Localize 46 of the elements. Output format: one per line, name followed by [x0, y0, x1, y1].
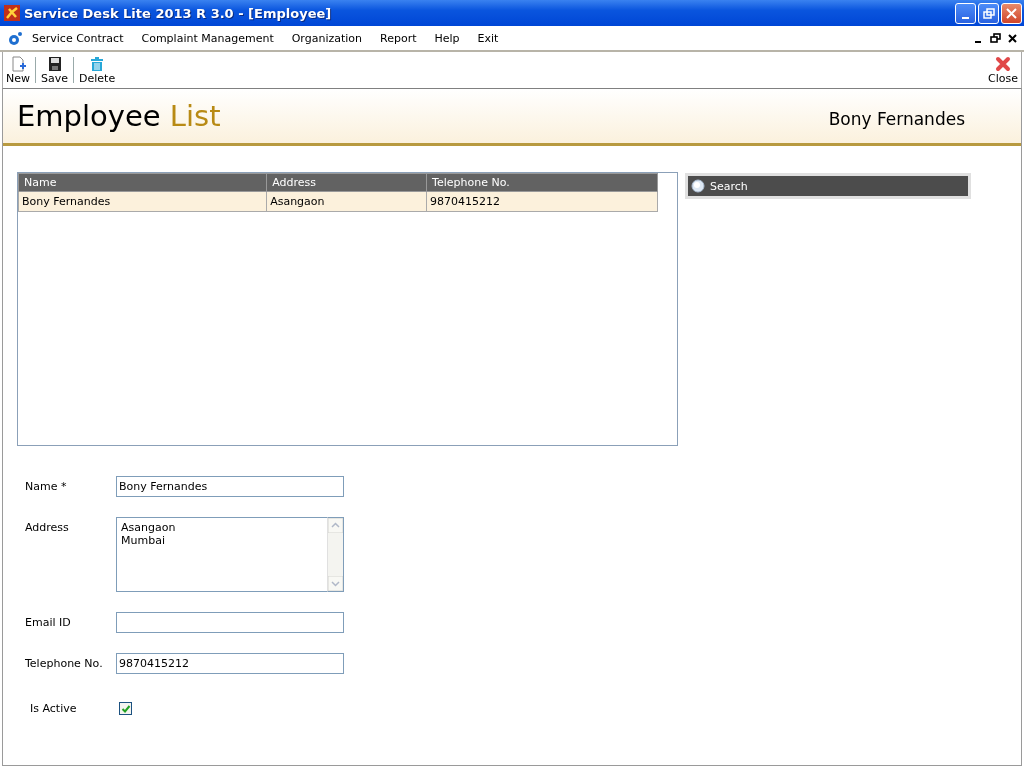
field-label: Address: [25, 520, 70, 534]
text-field[interactable]: 9870415212: [116, 653, 344, 674]
restore-icon: [982, 6, 995, 20]
page-title: Employee List: [17, 99, 222, 133]
table-row[interactable]: Bony Fernandes Asangaon 9870415212: [18, 191, 658, 212]
close-icon[interactable]: [1007, 32, 1018, 44]
address-field[interactable]: Asangaon Mumbai: [116, 517, 327, 592]
new-button[interactable]: New: [3, 52, 33, 88]
menu-item[interactable]: Organization: [282, 29, 372, 47]
field-label: Is Active: [29, 701, 78, 715]
user-name: Bony Fernandes: [828, 109, 965, 129]
close-icon: [1005, 6, 1018, 20]
restore-icon[interactable]: [990, 32, 1001, 44]
column-header[interactable]: Address: [266, 173, 427, 192]
field-label: Telephone No.: [25, 656, 104, 670]
column-header[interactable]: Name: [18, 173, 267, 192]
app-logo-icon: [4, 5, 20, 21]
text-field[interactable]: Bony Fernandes: [116, 476, 344, 497]
menu-item[interactable]: Service Contract: [23, 29, 133, 47]
minimize-button[interactable]: [955, 2, 976, 24]
table-cell: Bony Fernandes: [18, 191, 267, 212]
text-field[interactable]: [116, 612, 344, 633]
column-header[interactable]: Telephone No.: [426, 173, 658, 192]
menu-item[interactable]: Complaint Management: [132, 29, 283, 47]
new-document-icon: [10, 56, 26, 72]
field-label: Email ID: [25, 615, 72, 629]
search-icon: [691, 179, 705, 193]
scroll-up-icon: [328, 518, 343, 533]
save-button[interactable]: Save: [38, 52, 71, 88]
delete-button[interactable]: Delete: [76, 52, 119, 88]
field-label: Name *: [25, 479, 68, 493]
minimize-icon: [962, 16, 969, 19]
menu-item[interactable]: Exit: [468, 29, 508, 47]
search-button[interactable]: Search: [685, 173, 971, 199]
close-icon: [995, 56, 1011, 72]
scroll-down-icon: [328, 576, 343, 591]
trash-icon: [89, 56, 106, 72]
app-menu-icon: [8, 31, 23, 45]
window-title: Service Desk Lite 2013 R 3.0 - [Employee]: [24, 5, 333, 21]
scroll-bar[interactable]: [327, 517, 344, 592]
close-button[interactable]: Close: [985, 52, 1021, 88]
restore-button[interactable]: [978, 2, 999, 24]
close-button[interactable]: [1001, 2, 1022, 24]
menu-item[interactable]: Help: [425, 29, 469, 47]
menu-item[interactable]: Report: [371, 29, 426, 47]
active-checkbox[interactable]: [119, 702, 132, 715]
